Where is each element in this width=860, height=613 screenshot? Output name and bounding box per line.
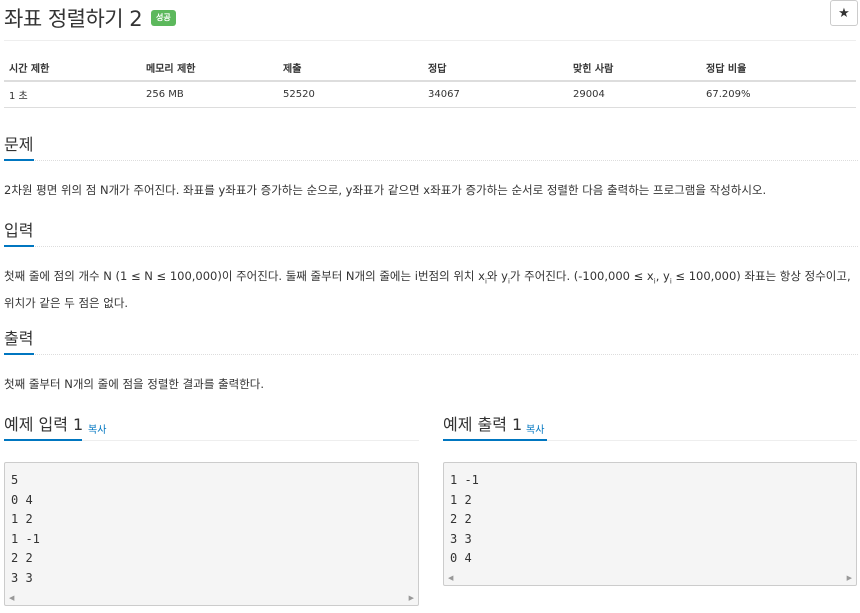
example-output-title: 예제 출력 1 xyxy=(443,415,523,434)
value-submissions[interactable]: 52520 xyxy=(278,81,423,108)
star-icon: ★ xyxy=(838,5,850,20)
title-divider xyxy=(4,40,856,41)
header-ratio: 정답 비율 xyxy=(701,55,856,82)
favorite-button[interactable]: ★ xyxy=(830,0,858,26)
header-time-limit: 시간 제한 xyxy=(4,55,141,82)
title-row: 좌표 정렬하기 2 성공 ★ xyxy=(4,0,860,40)
section-input-title: 입력 xyxy=(4,221,34,240)
example-input-box[interactable]: 5 0 4 1 2 1 -1 2 2 3 3 ◀ ▶ xyxy=(4,462,419,606)
section-problem-header: 문제 xyxy=(4,133,858,161)
example-input-header: 예제 입력 1 복사 xyxy=(4,413,419,441)
output-description: 첫째 줄부터 N개의 줄에 점을 정렬한 결과를 출력한다. xyxy=(4,377,265,391)
header-solvers: 맞힌 사람 xyxy=(568,55,701,82)
section-problem-title: 문제 xyxy=(4,135,34,154)
problem-description: 2차원 평면 위의 점 N개가 주어진다. 좌표를 y좌표가 증가하는 순으로,… xyxy=(4,183,767,197)
value-accepted[interactable]: 34067 xyxy=(423,81,568,108)
table-header-row: 시간 제한 메모리 제한 제출 정답 맞힌 사람 정답 비율 xyxy=(4,55,856,82)
example-output-box[interactable]: 1 -1 1 2 2 2 3 3 0 4 ◀ ▶ xyxy=(443,462,857,586)
example-input-content: 5 0 4 1 2 1 -1 2 2 3 3 xyxy=(11,473,40,585)
input-description: 첫째 줄에 점의 개수 N (1 ≤ N ≤ 100,000)이 주어진다. 둘… xyxy=(4,269,851,311)
value-time-limit: 1 초 xyxy=(4,81,141,108)
horizontal-scrollbar[interactable]: ◀ ▶ xyxy=(445,572,855,584)
value-memory-limit: 256 MB xyxy=(141,81,278,108)
status-badge: 성공 xyxy=(151,10,176,26)
value-solvers[interactable]: 29004 xyxy=(568,81,701,108)
copy-output-button[interactable]: 복사 xyxy=(526,421,544,436)
page-title: 좌표 정렬하기 2 xyxy=(4,7,143,31)
header-accepted: 정답 xyxy=(423,55,568,82)
problem-info-table: 시간 제한 메모리 제한 제출 정답 맞힌 사람 정답 비율 1 초 256 M… xyxy=(4,55,856,108)
section-output-title: 출력 xyxy=(4,329,34,348)
header-memory-limit: 메모리 제한 xyxy=(141,55,278,82)
value-ratio: 67.209% xyxy=(701,81,856,108)
copy-input-button[interactable]: 복사 xyxy=(88,421,106,436)
scroll-right-icon[interactable]: ▶ xyxy=(847,574,852,582)
scroll-left-icon[interactable]: ◀ xyxy=(448,574,453,582)
section-output-header: 출력 xyxy=(4,327,858,355)
example-output-header: 예제 출력 1 복사 xyxy=(443,413,857,441)
example-input-title: 예제 입력 1 xyxy=(4,415,84,434)
header-submissions: 제출 xyxy=(278,55,423,82)
scroll-right-icon[interactable]: ▶ xyxy=(409,594,414,602)
section-input-header: 입력 xyxy=(4,219,858,247)
table-row: 1 초 256 MB 52520 34067 29004 67.209% xyxy=(4,81,856,108)
horizontal-scrollbar[interactable]: ◀ ▶ xyxy=(6,592,417,604)
scroll-left-icon[interactable]: ◀ xyxy=(9,594,14,602)
example-output-content: 1 -1 1 2 2 2 3 3 0 4 xyxy=(450,473,479,565)
